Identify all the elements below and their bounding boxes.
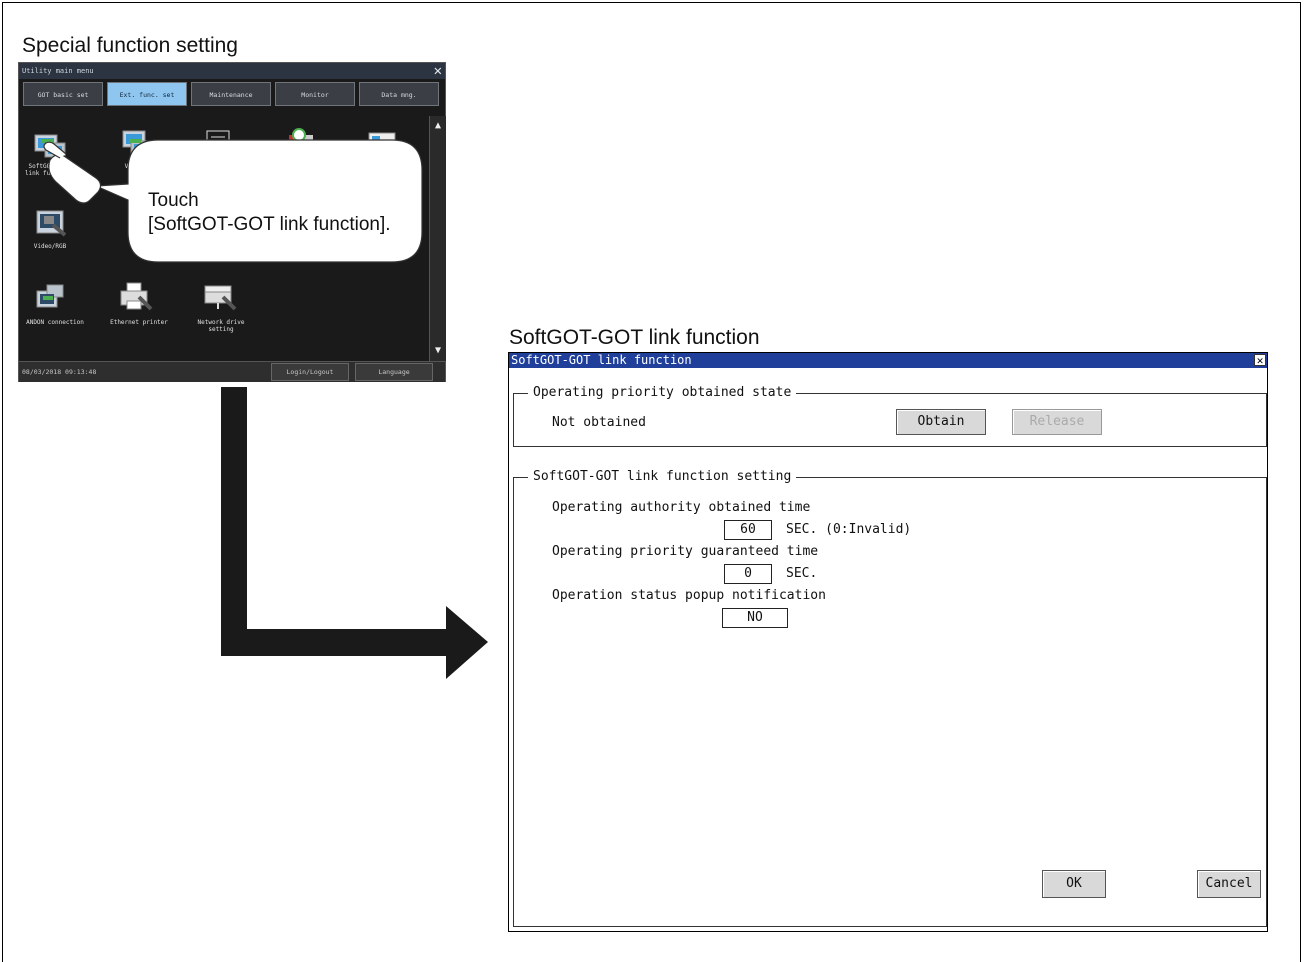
authority-time-unit: SEC. (0:Invalid) (786, 522, 912, 537)
softgot-link-dialog: SoftGOT-GOT link function ✕ Operating pr… (508, 352, 1268, 932)
popup-notification-select[interactable]: NO (722, 608, 788, 628)
dialog-title-bar: SoftGOT-GOT link function (509, 353, 1267, 368)
release-button[interactable]: Release (1012, 409, 1102, 435)
dialog-title: SoftGOT-GOT link function (511, 353, 692, 367)
priority-status-text: Not obtained (552, 415, 646, 430)
cancel-button[interactable]: Cancel (1197, 870, 1261, 898)
popup-notification-label: Operation status popup notification (552, 588, 826, 603)
obtain-button[interactable]: Obtain (896, 409, 986, 435)
authority-time-label: Operating authority obtained time (552, 500, 811, 515)
group-priority-state: Operating priority obtained state Not ob… (513, 385, 1267, 447)
ok-button[interactable]: OK (1042, 870, 1106, 898)
priority-time-input[interactable]: 0 (724, 564, 772, 584)
dialog-close-icon[interactable]: ✕ (1254, 354, 1266, 366)
group-priority-legend: Operating priority obtained state (528, 385, 797, 401)
group-link-settings-legend: SoftGOT-GOT link function setting (528, 469, 797, 485)
priority-time-unit: SEC. (786, 566, 818, 581)
authority-time-input[interactable]: 60 (724, 520, 772, 540)
group-link-settings: SoftGOT-GOT link function setting Operat… (513, 469, 1267, 927)
priority-time-label: Operating priority guaranteed time (552, 544, 819, 559)
